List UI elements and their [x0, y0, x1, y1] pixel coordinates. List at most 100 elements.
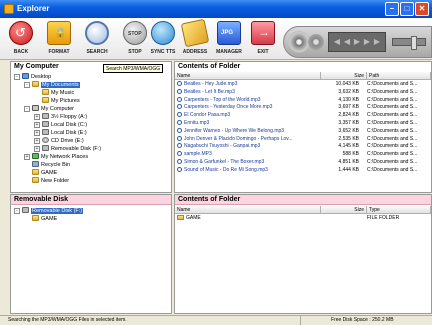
column-header-path[interactable]: Path	[367, 72, 431, 80]
table-row[interactable]: Carpenters - Yesterday Once More.mp3 3,69…	[175, 104, 431, 112]
tree-item-label: New Folder	[41, 178, 70, 184]
file-name: Simon & Garfunkel - The Boxer.mp3	[177, 159, 321, 167]
table-row[interactable]: El Condor Pasa.mp3 2,824 KB C:\Documents a…	[175, 112, 431, 120]
file-name-text: Ennitu.mp3	[184, 120, 210, 126]
tree-item-recycle-bin[interactable]: Recycle Bin	[32, 161, 70, 169]
play-icon[interactable]: ▶	[353, 37, 361, 47]
folder-tree-panel: My Computer - Desktop - My Documents My …	[10, 61, 172, 193]
magnifier-icon	[85, 21, 109, 45]
mp3-file-icon	[177, 143, 182, 149]
tree-item-label: Local Disk (E:)	[51, 130, 87, 136]
expand-toggle[interactable]: +	[34, 114, 40, 120]
status-bar: Searching the MP3/WMA/OGG Files in selec…	[0, 315, 432, 325]
table-row[interactable]: Beatles - Let It Be.mp3 3,632 KB C:\Docume…	[175, 88, 431, 97]
file-name: Beatles - Let It Be.mp3	[177, 88, 321, 97]
collapse-toggle[interactable]: -	[14, 208, 20, 214]
next-track-icon[interactable]: ▶	[373, 37, 381, 47]
tree-item-my-documents[interactable]: My Documents	[32, 81, 80, 89]
file-path: C:\Documents and S...	[367, 127, 418, 134]
minimize-button[interactable]: –	[385, 2, 399, 16]
window-title: Explorer	[17, 4, 50, 13]
file-size: 2,824 KB	[338, 112, 359, 119]
table-row[interactable]: Carpenters - Top of the World.mp3 4,130 K…	[175, 96, 431, 105]
file-name: GAME	[177, 215, 321, 223]
maximize-button[interactable]: □	[400, 2, 414, 16]
tree-item-label: Removable Disk (F:)	[51, 146, 102, 152]
file-name: Carpenters - Yesterday Once More.mp3	[177, 104, 321, 112]
tree-item-desktop[interactable]: Desktop	[22, 73, 51, 81]
column-header-type[interactable]: Type	[367, 206, 431, 214]
column-header-name[interactable]: Name	[175, 206, 321, 214]
tree-item-game[interactable]: GAME	[32, 215, 57, 223]
collapse-toggle[interactable]: -	[24, 106, 30, 112]
file-size: 3,357 KB	[338, 120, 359, 126]
file-path: C:\Documents and S...	[367, 166, 418, 173]
column-header-size[interactable]: Size	[321, 206, 367, 214]
table-row[interactable]: Beatles - Hey Jude.mp3 10,043 KB C:\Docume…	[175, 81, 431, 89]
column-header-name[interactable]: Name	[175, 72, 321, 80]
file-name: Carpenters - Top of the World.mp3	[177, 96, 321, 105]
manager-button[interactable]: MANAGER	[212, 20, 245, 58]
exit-label: EXIT	[257, 49, 269, 55]
expand-toggle[interactable]: +	[34, 146, 40, 152]
search-button[interactable]: SEARCH	[80, 20, 113, 58]
forward-icon[interactable]: ▶	[363, 37, 371, 47]
close-button[interactable]: ✕	[415, 2, 429, 16]
drive-icon	[22, 207, 29, 213]
table-row[interactable]: Ennitu.mp3 3,357 KB C:\Documents and S...	[175, 120, 431, 128]
file-name-text: Nagabuchi Tsuyoshi - Ganpai.mp3	[184, 143, 261, 150]
table-row[interactable]: GAME FILE FOLDER	[175, 215, 431, 223]
table-row[interactable]: sample.MP3 588 KB C:\Documents and S...	[175, 151, 431, 159]
tree-item-my-music[interactable]: My Music	[42, 89, 74, 97]
recycle-bin-icon	[32, 161, 39, 167]
tree-item-local-disk-c[interactable]: Local Disk (C:)	[42, 121, 87, 129]
mp3-file-icon	[177, 120, 182, 125]
prev-track-icon[interactable]: ◀	[333, 37, 341, 47]
tree-item-new-folder[interactable]: New Folder	[32, 177, 69, 185]
expand-toggle[interactable]: +	[34, 122, 40, 128]
table-row[interactable]: John Denver & Placido Domingo - Perhaps …	[175, 135, 431, 144]
network-icon	[32, 153, 39, 159]
tree-item-floppy[interactable]: 3½ Floppy (A:)	[42, 113, 87, 121]
collapse-toggle[interactable]: -	[24, 82, 30, 88]
tree-item-removable-disk[interactable]: Removable Disk (F:)	[42, 145, 101, 153]
file-path: C:\Documents and S...	[367, 159, 418, 165]
expand-toggle[interactable]: +	[24, 154, 30, 160]
tree-item-my-computer[interactable]: My Computer	[32, 105, 74, 113]
expand-toggle[interactable]: +	[34, 138, 40, 144]
back-button[interactable]: BACK	[4, 20, 37, 58]
file-path: C:\Documents and S...	[367, 104, 418, 111]
folder-icon	[177, 215, 184, 220]
file-name-text: Carpenters - Top of the World.mp3	[184, 96, 261, 103]
format-button[interactable]: FORMAT	[42, 20, 75, 58]
table-row[interactable]: Jennifer Warnes - Up Where We Belong.mp3…	[175, 127, 431, 136]
table-row[interactable]: Sound of Music - Do Re Mi Song.mp3 1,444 …	[175, 166, 431, 175]
collapse-toggle[interactable]: -	[14, 74, 20, 80]
tree-item-local-disk-e[interactable]: Local Disk (E:)	[42, 129, 87, 137]
folder-icon	[32, 81, 39, 87]
expand-toggle[interactable]: +	[34, 130, 40, 136]
column-header-size[interactable]: Size	[321, 72, 367, 80]
file-name-text: sample.MP3	[184, 151, 212, 158]
back-label: BACK	[13, 49, 29, 55]
tree-item-my-pictures[interactable]: My Pictures	[42, 97, 80, 105]
tree-item-label: My Network Places	[41, 154, 89, 160]
address-button[interactable]: ADDRESS	[178, 18, 211, 58]
player-controls: ◀ ◀ ▶ ▶ ▶	[328, 32, 386, 52]
file-size: 3,697 KB	[338, 104, 359, 111]
tree-item-removable-disk[interactable]: Removable Disk (F:)	[22, 207, 84, 215]
tree-item-game[interactable]: GAME	[32, 169, 57, 177]
volume-slider[interactable]	[392, 36, 426, 50]
exit-button[interactable]: EXIT	[246, 20, 279, 58]
tree-item-label: Local Disk (C:)	[51, 122, 88, 128]
tree-item-network-places[interactable]: My Network Places	[32, 153, 88, 161]
title-bar[interactable]: Explorer – □ ✕	[0, 0, 432, 18]
folder-icon	[32, 169, 39, 175]
table-row[interactable]: Simon & Garfunkel - The Boxer.mp3 4,851 K…	[175, 159, 431, 167]
tree-item-cd-drive[interactable]: CD Drive (E:)	[42, 137, 84, 145]
file-path: C:\Documents and S...	[367, 120, 418, 126]
mp3-file-icon	[177, 96, 182, 102]
rewind-icon[interactable]: ◀	[343, 37, 351, 47]
table-row[interactable]: Nagabuchi Tsuyoshi - Ganpai.mp3 4,145 KB C…	[175, 143, 431, 151]
media-player: ◀ ◀ ▶ ▶ ▶	[283, 26, 432, 58]
